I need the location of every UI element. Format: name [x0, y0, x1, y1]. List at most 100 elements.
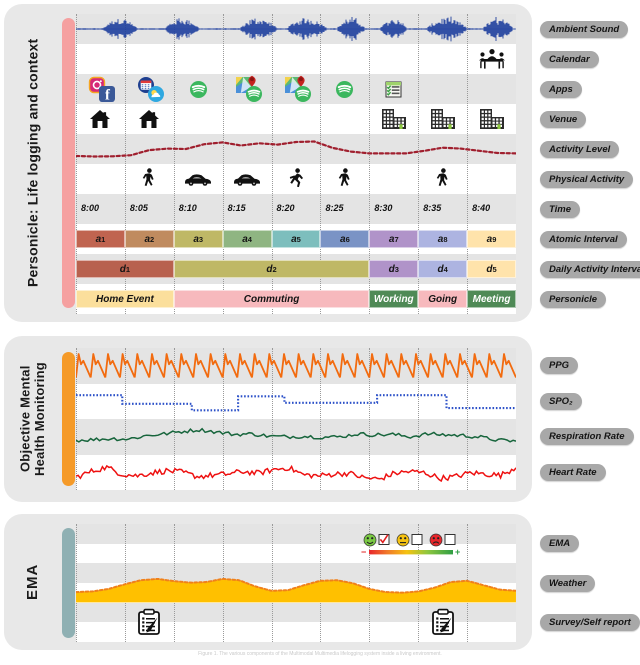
car-icon [234, 174, 261, 186]
time-tick-1: 8:05 [129, 203, 148, 213]
spotify-icon [336, 80, 354, 98]
respiration-rate-line [76, 427, 516, 443]
atomic-interval-item: a2 [124, 230, 174, 248]
atomic-interval-item: a6 [320, 230, 370, 248]
row-label-activity_level: Activity Level [540, 140, 620, 158]
time-tick-3: 8:15 [227, 203, 246, 213]
daily-activity-interval-item-index: 4 [443, 264, 448, 274]
apps-icon-group [320, 74, 369, 104]
atomic-interval-item: a5 [271, 230, 321, 248]
meeting-table-icon [478, 49, 505, 69]
daily-activity-interval-item-index: 1 [125, 264, 131, 274]
panel-omhm-title: Objective Mental Health Monitoring [4, 336, 62, 502]
time-tick-8: 8:40 [472, 203, 491, 213]
physical-activity-cell-4 [272, 164, 321, 194]
figure-caption: Figure 1. The various components of the … [198, 651, 442, 657]
personicle-event-item: Commuting [173, 290, 370, 308]
time-tick-4: 8:20 [276, 203, 295, 213]
physical-activity-cell-5 [320, 164, 369, 194]
apps-icon-group [223, 74, 272, 104]
running-icon [289, 168, 303, 188]
personicle-event-item: Going [418, 290, 468, 308]
row-label-atomic_interval: Atomic Interval [540, 230, 627, 248]
apps-cell-4 [272, 74, 321, 104]
ema-mood-scale: − + [361, 533, 460, 557]
survey-marker-1[interactable] [125, 603, 174, 642]
time-tick-0: 8:00 [81, 203, 100, 213]
daily-activity-interval-item: d3 [369, 260, 419, 278]
personicle-plot-area: f 8:00 8:05 8:10 8:15 8:20 8:25 8:30 8:35 8:40 a 1 a… [76, 14, 516, 314]
spotify-icon [336, 80, 354, 98]
daily-activity-interval-item-index: 5 [492, 264, 497, 274]
atomic-interval-item: a9 [467, 230, 516, 248]
panel-personicle-spine [62, 18, 75, 308]
row-label-ppg: PPG [540, 357, 579, 375]
apps-icon-group [272, 74, 321, 104]
panel-omhm-spine [62, 352, 75, 486]
apps-icon-group: f [76, 74, 125, 104]
row-label-apps: Apps [540, 80, 582, 98]
ema-mood-widget[interactable]: − + [360, 533, 464, 559]
apps-cell-0: f [76, 74, 125, 104]
house-icon [90, 110, 111, 128]
venue-cell-8 [467, 104, 516, 134]
row-label-venue: Venue [540, 110, 587, 128]
spotify-icon [246, 86, 263, 102]
personicle-event-item: Working [369, 290, 419, 308]
daily-activity-interval-item: d1 [76, 260, 174, 278]
panel-omhm-title-text: Objective Mental Health Monitoring [17, 362, 47, 476]
row-label-ambient_sound: Ambient Sound [540, 20, 629, 38]
walking-icon [338, 168, 350, 186]
daily-activity-interval-item: d2 [173, 260, 370, 278]
office-building-icon [430, 109, 455, 129]
physical-activity-cell-1 [125, 164, 174, 194]
svg-text:−: − [361, 547, 366, 557]
apps-cell-1 [125, 74, 174, 104]
panel-objective-mental-health-monitoring: Objective Mental Health Monitoring [4, 336, 532, 502]
personicle-event-item-label: Meeting [472, 293, 511, 305]
row-label-time: Time [540, 200, 581, 218]
omhm-plot-area [76, 348, 516, 490]
weather-icon [148, 86, 165, 102]
facebook-icon: f [99, 86, 116, 103]
figure-root: Personicle: Life logging and context f 8:… [0, 0, 640, 665]
physical-activity-cell-2 [174, 164, 223, 194]
spotify-icon [294, 86, 311, 102]
office-building-icon [479, 109, 504, 129]
atomic-interval-item-index: 6 [345, 234, 350, 244]
row-label-survey: Survey/Self report [540, 613, 640, 631]
heart-rate-line [76, 464, 516, 482]
daily-activity-interval-item-index: 3 [394, 264, 399, 274]
weather-icon [148, 86, 165, 102]
ppg-waveform [76, 353, 516, 378]
facebook-icon: f [99, 86, 116, 103]
venue-cell-1 [125, 104, 174, 134]
clipboard-pen-icon [138, 609, 161, 636]
daily-activity-interval-item-index: 2 [272, 264, 277, 274]
row-label-respiration_rate: Respiration Rate [540, 428, 634, 446]
calendar-event-meeting-table-icon [467, 44, 516, 74]
daily-activity-interval-item: d5 [467, 260, 516, 278]
apps-cell-2 [174, 74, 223, 104]
apps-cell-5 [320, 74, 369, 104]
personicle-event-item: Home Event [76, 290, 174, 308]
atomic-interval-item-index: 1 [101, 234, 106, 244]
atomic-interval-item-index: 2 [150, 234, 155, 244]
time-tick-7: 8:35 [423, 203, 442, 213]
personicle-event-item-label: Going [428, 293, 458, 305]
time-tick-6: 8:30 [374, 203, 393, 213]
personicle-event: Home Event Commuting Working Going Meeting [76, 290, 516, 308]
panel-personicle: Personicle: Life logging and context f 8:… [4, 4, 532, 322]
venue-cell-7 [418, 104, 467, 134]
row-label-spo2: SPO₂ [540, 392, 582, 410]
apps-icon-group [369, 74, 418, 104]
personicle-event-item: Meeting [467, 290, 516, 308]
checklist-icon [385, 81, 402, 97]
row-label-weather: Weather [540, 574, 596, 592]
spotify-icon [189, 80, 207, 98]
spo2-step-line [76, 393, 516, 411]
atomic-interval-item: a3 [173, 230, 223, 248]
atomic-interval-item: a8 [418, 230, 468, 248]
time-tick-2: 8:10 [178, 203, 197, 213]
survey-marker-7[interactable] [418, 603, 467, 642]
